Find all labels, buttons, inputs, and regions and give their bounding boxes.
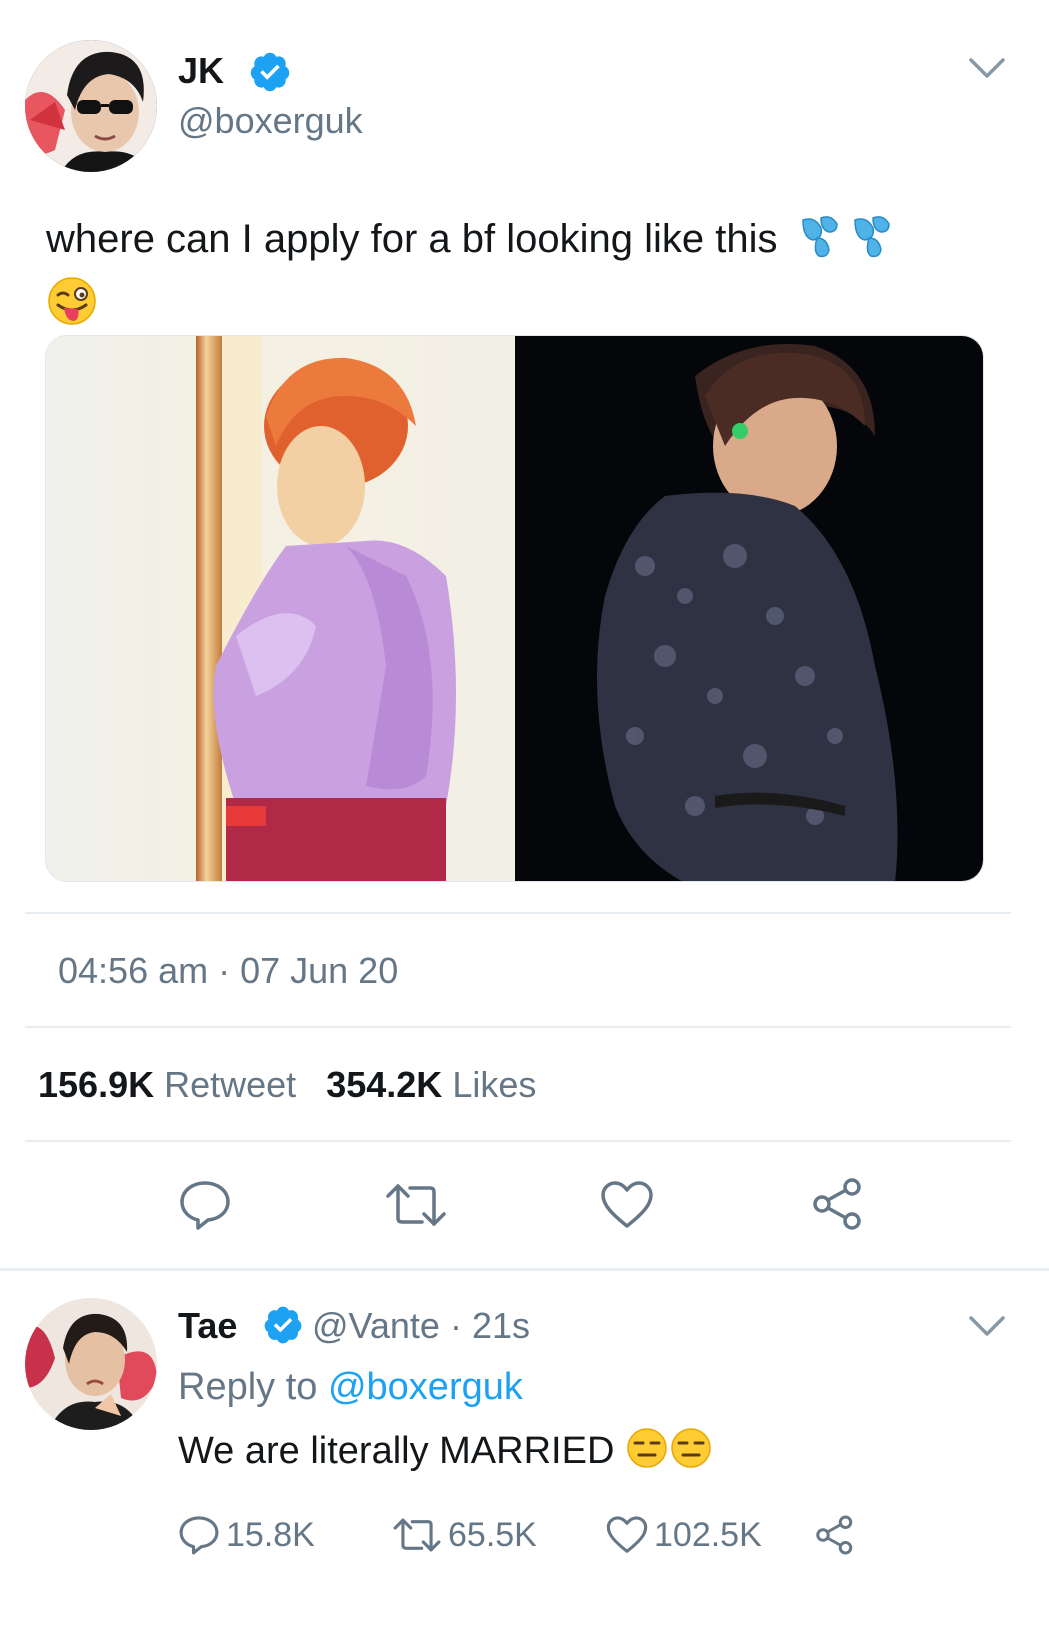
thread-separator bbox=[0, 1268, 1049, 1271]
reply-tweet-text: We are literally MARRIED bbox=[178, 1426, 713, 1480]
retweet-label[interactable]: Retweet bbox=[164, 1064, 296, 1105]
retweet-count[interactable]: 156.9K bbox=[38, 1064, 154, 1105]
verified-badge-icon bbox=[250, 52, 290, 92]
chevron-down-icon[interactable] bbox=[968, 56, 1006, 82]
reply-action-like[interactable]: 102.5K bbox=[606, 1512, 762, 1558]
retweet-icon bbox=[393, 1518, 441, 1552]
tweet-timestamp[interactable]: 04:56 am · 07 Jun 20 bbox=[58, 950, 398, 992]
divider bbox=[25, 1140, 1011, 1142]
likes-label[interactable]: Likes bbox=[452, 1064, 536, 1105]
reply-bubble-icon bbox=[179, 1516, 219, 1555]
tweet-text-content: where can I apply for a bf looking like … bbox=[46, 217, 778, 262]
sweat-droplets-icon bbox=[797, 208, 901, 275]
share-icon[interactable] bbox=[810, 1176, 866, 1232]
chevron-down-icon[interactable] bbox=[968, 1314, 1006, 1340]
tweet-stats: 156.9K Retweet 354.2K Likes bbox=[38, 1064, 536, 1106]
reply-action-retweet[interactable]: 65.5K bbox=[392, 1512, 537, 1558]
reply-bubble-icon[interactable] bbox=[178, 1178, 232, 1232]
heart-icon bbox=[606, 1516, 648, 1553]
verified-badge-icon bbox=[264, 1306, 302, 1344]
reply-author-display-name[interactable]: Tae bbox=[178, 1305, 237, 1347]
reply-text-content: We are literally MARRIED bbox=[178, 1430, 615, 1473]
heart-icon[interactable] bbox=[600, 1180, 654, 1230]
reply-action-share[interactable] bbox=[814, 1512, 862, 1558]
tweet-media[interactable] bbox=[45, 335, 984, 882]
reply-author-avatar[interactable] bbox=[25, 1298, 157, 1430]
retweet-count: 65.5K bbox=[448, 1515, 537, 1554]
like-count: 102.5K bbox=[654, 1515, 762, 1554]
reply-action-reply[interactable]: 15.8K bbox=[178, 1512, 315, 1558]
divider bbox=[25, 1026, 1011, 1028]
divider bbox=[25, 912, 1011, 914]
reply-handle-text[interactable]: @Vante bbox=[312, 1305, 440, 1346]
photo-right[interactable] bbox=[515, 336, 983, 881]
reply-time[interactable]: · 21s bbox=[450, 1305, 530, 1346]
reply-to-handle-link[interactable]: @boxerguk bbox=[328, 1366, 523, 1408]
tweet-text: where can I apply for a bf looking like … bbox=[46, 208, 1006, 342]
main-tweet: JK @boxerguk where can I apply for a bf … bbox=[0, 0, 1049, 1300]
expressionless-face-icon bbox=[669, 1426, 713, 1480]
reply-to-label: Reply to bbox=[178, 1366, 318, 1408]
reply-to-line: Reply to @boxerguk bbox=[178, 1366, 523, 1409]
author-avatar[interactable] bbox=[25, 40, 157, 172]
author-display-name[interactable]: JK bbox=[178, 50, 224, 92]
likes-count[interactable]: 354.2K bbox=[326, 1064, 442, 1105]
expressionless-face-icon bbox=[625, 1426, 669, 1480]
winking-face-with-tongue-icon bbox=[46, 275, 98, 342]
reply-count: 15.8K bbox=[226, 1515, 315, 1554]
retweet-icon[interactable] bbox=[384, 1180, 448, 1230]
share-icon bbox=[816, 1515, 853, 1555]
photo-left[interactable] bbox=[46, 336, 515, 881]
reply-author-handle: @Vante · 21s bbox=[312, 1305, 530, 1347]
author-handle[interactable]: @boxerguk bbox=[178, 100, 363, 142]
